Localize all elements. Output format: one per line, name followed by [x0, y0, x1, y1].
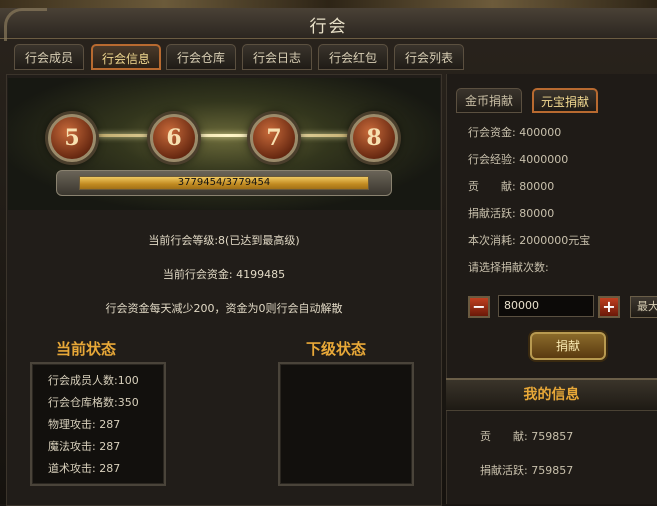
donate-guild-funds: 行会资金: 400000 — [468, 126, 562, 139]
top-decoration — [0, 0, 657, 8]
tab-gold-donate[interactable]: 金币捐献 — [456, 88, 522, 113]
tab-ingot-donate[interactable]: 元宝捐献 — [532, 88, 598, 113]
max-button[interactable]: 最大 — [630, 296, 657, 318]
donate-activity: 捐献活跃: 80000 — [468, 207, 555, 220]
guild-rule-text: 行会资金每天减少200，资金为0则行会自动解散 — [105, 302, 343, 315]
my-info-title: 我的信息 — [523, 387, 580, 403]
guild-funds-text: 当前行会资金: 4199485 — [162, 268, 286, 281]
level-7-badge: 7 — [250, 114, 298, 162]
exp-progress-bar: 3779454/3779454 — [79, 176, 369, 190]
exp-progress-text: 3779454/3779454 — [177, 177, 271, 188]
current-status-heading: 当前状态 — [56, 340, 117, 358]
decrease-button[interactable]: − — [468, 296, 490, 318]
my-activity: 捐献活跃: 759857 — [480, 464, 574, 477]
donate-times-label: 请选择捐献次数: — [468, 261, 549, 274]
level-8-badge: 8 — [350, 114, 398, 162]
tab-red-packet[interactable]: 行会红包 — [318, 44, 388, 70]
tab-members[interactable]: 行会成员 — [14, 44, 84, 70]
next-status-heading: 下级状态 — [306, 340, 367, 358]
level-5-badge: 5 — [48, 114, 96, 162]
tab-log[interactable]: 行会日志 — [242, 44, 312, 70]
donate-button[interactable]: 捐献 — [530, 332, 606, 360]
tab-guild-list[interactable]: 行会列表 — [394, 44, 464, 70]
guild-level-text: 当前行会等级:8(已达到最高级) — [148, 234, 300, 247]
status-row: 行会仓库格数:350 — [48, 396, 139, 409]
donate-amount-input[interactable]: 80000 — [498, 295, 594, 317]
next-status-box — [278, 362, 414, 486]
level-connector — [78, 134, 378, 137]
increase-button[interactable]: + — [598, 296, 620, 318]
current-status-box: 行会成员人数:100 行会仓库格数:350 物理攻击: 287 魔法攻击: 28… — [30, 362, 166, 486]
level-6-badge: 6 — [150, 114, 198, 162]
tab-guild-info[interactable]: 行会信息 — [91, 44, 161, 70]
tab-warehouse[interactable]: 行会仓库 — [166, 44, 236, 70]
my-contribution: 贡 献: 759857 — [480, 430, 574, 443]
exp-progress-frame: 3779454/3779454 — [56, 170, 392, 196]
window-title: 行会 — [309, 17, 348, 37]
status-row: 行会成员人数:100 — [48, 374, 139, 387]
title-bar: 行会 — [0, 8, 657, 41]
status-row: 魔法攻击: 287 — [48, 440, 121, 453]
donate-cost: 本次消耗: 2000000元宝 — [468, 234, 591, 247]
status-row: 物理攻击: 287 — [48, 418, 121, 431]
donate-guild-exp: 行会经验: 4000000 — [468, 153, 569, 166]
donate-contribution: 贡 献: 80000 — [468, 180, 555, 193]
status-row: 道术攻击: 287 — [48, 462, 121, 475]
